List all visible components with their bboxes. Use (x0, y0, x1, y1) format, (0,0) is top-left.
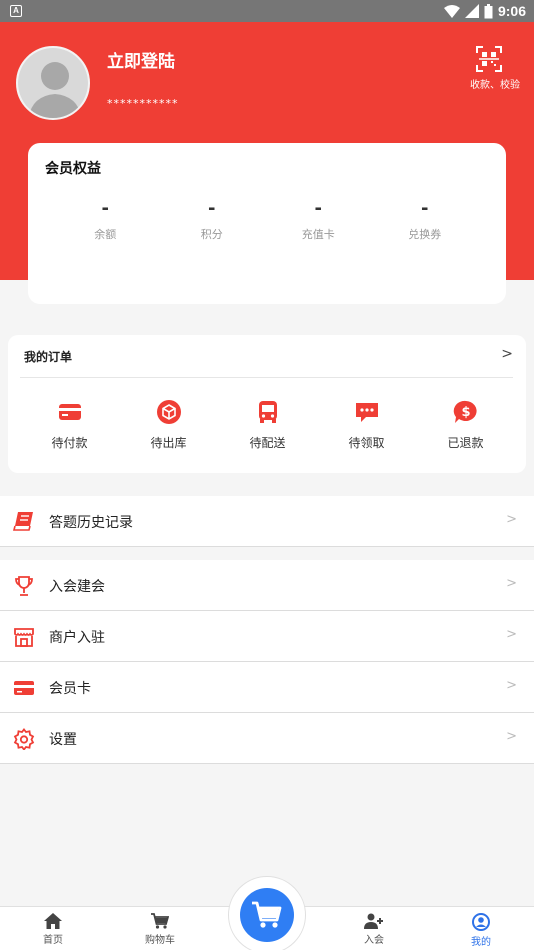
menu-group-main: 入会建会 > 商户入驻 > 会员卡 > 设置 > (0, 560, 534, 764)
floating-cart-button[interactable] (228, 876, 306, 950)
chevron-right-icon: > (506, 729, 517, 744)
tab-label: 首页 (43, 935, 63, 946)
menu-item-answer-history[interactable]: 答题历史记录 > (0, 496, 534, 547)
chevron-right-icon: > (506, 576, 517, 591)
menu-item-settings[interactable]: 设置 > (0, 713, 534, 764)
order-label: 待领取 (348, 436, 385, 450)
stat-label: 余额 (94, 228, 117, 241)
stat-label: 兑换券 (408, 228, 442, 241)
cart-icon (151, 913, 169, 929)
clock: 9:06 (497, 3, 526, 19)
tab-cart[interactable]: 购物车 (120, 907, 200, 950)
orders-header[interactable]: 我的订单 > (20, 335, 513, 378)
member-title: 会员权益 (45, 161, 101, 177)
tab-home[interactable]: 首页 (13, 907, 93, 950)
battery-icon (484, 3, 493, 18)
stat-value: - (208, 198, 216, 219)
chat-icon (355, 403, 378, 422)
member-benefits-card: 会员权益 - 余额 - 积分 - 充值卡 - 兑换券 (28, 143, 506, 304)
tab-join[interactable]: 入会 (334, 907, 414, 950)
svg-text:$: $ (461, 405, 470, 420)
chevron-right-icon: > (506, 627, 517, 642)
chevron-right-icon: > (506, 678, 517, 693)
stat-label: 积分 (200, 228, 223, 241)
card-icon (58, 404, 81, 420)
stat-balance[interactable]: - 余额 (52, 200, 159, 242)
chevron-right-icon: > (506, 512, 517, 527)
notification-icon: A (10, 5, 22, 17)
add-user-icon (364, 913, 383, 929)
order-label: 待配送 (249, 436, 286, 450)
menu-item-member-card[interactable]: 会员卡 > (0, 662, 534, 713)
stat-value: - (421, 198, 429, 219)
book-icon (13, 512, 33, 531)
signal-icon (464, 4, 479, 18)
trophy-icon (15, 576, 33, 596)
chevron-right-icon: > (501, 346, 513, 362)
gear-icon (13, 728, 35, 750)
menu-group-history: 答题历史记录 > (0, 496, 534, 547)
tab-label: 购物车 (145, 935, 175, 946)
qr-scan-icon (476, 46, 502, 72)
stat-voucher[interactable]: - 兑换券 (372, 200, 479, 242)
phone-masked: *********** (107, 97, 179, 110)
orders-card: 我的订单 > 待付款 待出库 待配送 待领取 $ 已退款 (8, 335, 526, 473)
stat-recharge-card[interactable]: - 充值卡 (265, 200, 372, 242)
avatar[interactable] (16, 46, 90, 120)
dollar-bubble-icon: $ (453, 400, 477, 423)
box-icon (156, 400, 181, 424)
order-pending-delivery[interactable]: 待配送 (218, 399, 317, 451)
menu-label: 商户入驻 (49, 630, 105, 646)
menu-label: 设置 (49, 732, 77, 748)
wifi-icon (443, 4, 460, 18)
bus-icon (258, 401, 277, 423)
order-label: 已退款 (447, 436, 484, 450)
login-link[interactable]: 立即登陆 (107, 47, 175, 72)
home-icon (44, 913, 62, 929)
order-pending-shipment[interactable]: 待出库 (119, 399, 218, 451)
menu-item-join-association[interactable]: 入会建会 > (0, 560, 534, 611)
card-icon (14, 681, 34, 695)
stat-value: - (314, 198, 322, 219)
orders-title: 我的订单 (24, 350, 73, 364)
stat-points[interactable]: - 积分 (159, 200, 266, 242)
user-circle-icon (472, 913, 490, 931)
scan-button[interactable]: 收款、校验 (458, 46, 520, 91)
order-label: 待出库 (150, 436, 187, 450)
cart-icon (252, 901, 282, 928)
store-icon (14, 628, 34, 647)
order-label: 待付款 (51, 436, 88, 450)
stat-label: 充值卡 (301, 228, 335, 241)
menu-item-merchant-onboarding[interactable]: 商户入驻 > (0, 611, 534, 662)
menu-label: 入会建会 (49, 579, 105, 595)
status-bar: A 9:06 (0, 0, 534, 22)
menu-label: 会员卡 (49, 681, 91, 697)
tab-mine[interactable]: 我的 (441, 907, 521, 950)
order-pending-pickup[interactable]: 待领取 (317, 399, 416, 451)
tab-label: 入会 (364, 935, 384, 946)
scan-label: 收款、校验 (470, 80, 520, 91)
order-pending-payment[interactable]: 待付款 (20, 399, 119, 451)
stat-value: - (101, 198, 109, 219)
menu-label: 答题历史记录 (49, 515, 133, 531)
cart-fab-circle (240, 888, 294, 942)
order-refunded[interactable]: $ 已退款 (416, 399, 515, 451)
tab-label: 我的 (471, 937, 491, 948)
